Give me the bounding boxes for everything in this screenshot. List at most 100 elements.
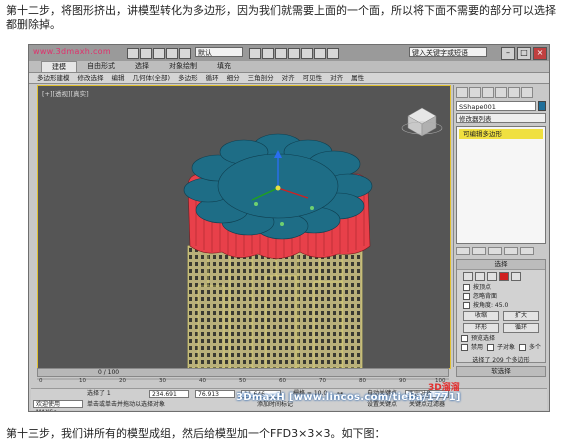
modifier-list-dropdown[interactable]: 修改器列表 (456, 113, 546, 123)
toolbar-icon-f[interactable] (314, 48, 326, 59)
open-file-icon[interactable] (140, 48, 152, 59)
selection-rollout: 选择 按顶点 忽略背面 按角度: 45.0 收缩 扩大 环形 循环 预览选择 禁… (456, 259, 546, 364)
rollout-title[interactable]: 选择 (457, 260, 545, 270)
viewcube-icon[interactable] (401, 107, 443, 137)
time-slider-label: 0 / 100 (98, 369, 120, 376)
scene-render (183, 107, 443, 368)
tab-object-paint[interactable]: 对象绘制 (159, 61, 207, 72)
search-input[interactable]: 键入关键字或短语 (409, 47, 487, 57)
ribbon-cmd[interactable]: 三角剖分 (244, 73, 278, 83)
toolbar-icon-a[interactable] (249, 48, 261, 59)
y-coordinate-field[interactable]: 76.913 (195, 390, 235, 398)
ribbon-commands: 多边形建模 修改选择 编辑 几何体(全部) 多边形 循环 细分 三角剖分 对齐 … (29, 73, 549, 84)
ribbon-tabs: 建模 自由形式 选择 对象绘制 填充 (29, 61, 549, 73)
workspace-dropdown[interactable]: 默认 (195, 47, 243, 57)
toolbar-icon-c[interactable] (275, 48, 287, 59)
border-mode-icon[interactable] (487, 272, 497, 281)
tab-modeling[interactable]: 建模 (41, 61, 77, 72)
preview-selection-label: 预览选择 (457, 334, 545, 343)
command-panel: SShape001 修改器列表 可编辑多边形 选择 按顶点 忽略背面 按角度: … (453, 85, 548, 377)
toolbar-icon-g[interactable] (327, 48, 339, 59)
modify-tab-icon[interactable] (469, 87, 481, 98)
ribbon-cmd[interactable]: 属性 (347, 73, 368, 83)
edge-mode-icon[interactable] (475, 272, 485, 281)
watermark-text: 3DmaxH [www.lincos.com/tieba/1771] (236, 392, 461, 403)
loop-button[interactable]: 循环 (503, 323, 539, 333)
ignore-backfacing-checkbox[interactable]: 忽略背面 (457, 292, 545, 301)
toolbar-icon-d[interactable] (288, 48, 300, 59)
redo-icon[interactable] (179, 48, 191, 59)
object-name-field[interactable]: SShape001 (456, 101, 536, 111)
x-coordinate-field[interactable]: 234.691 (149, 390, 189, 398)
tick-label: 10 (79, 378, 86, 384)
preview-multi-radio[interactable]: 多个 (517, 343, 541, 352)
preview-disable-radio[interactable]: 禁用 (459, 343, 483, 352)
selection-info: 选择了 209 个多边形 (472, 357, 530, 364)
pin-stack-icon[interactable] (456, 247, 470, 255)
stack-item-editable-poly[interactable]: 可编辑多边形 (459, 129, 543, 139)
corner-logo: 3D溜溜 (428, 383, 460, 393)
maximize-icon[interactable]: □ (517, 47, 531, 60)
toolbar-icon-b[interactable] (262, 48, 274, 59)
title-bar: www.3dmaxh.com 默认 键入关键字或短语 – □ × (29, 45, 549, 61)
tick-label: 40 (199, 378, 206, 384)
soft-selection-rollout[interactable]: 软选择 (456, 366, 546, 377)
save-file-icon[interactable] (153, 48, 165, 59)
ring-button[interactable]: 环形 (463, 323, 499, 333)
ribbon-cmd[interactable]: 细分 (223, 73, 244, 83)
close-icon[interactable]: × (533, 47, 547, 60)
perspective-viewport[interactable]: [+][透视][真实] (37, 85, 451, 369)
polygon-mode-icon[interactable] (499, 272, 509, 281)
ribbon-cmd[interactable]: 多边形 (174, 73, 202, 83)
create-tab-icon[interactable] (456, 87, 468, 98)
ribbon-cmd[interactable]: 循环 (202, 73, 223, 83)
instruction-paragraph-bottom: 第十三步，我们讲所有的模型成组，然后给模型加一个FFD3×3×3。如下图： (6, 427, 386, 440)
brand-watermark: www.3dmaxh.com (33, 47, 111, 56)
tick-label: 20 (119, 378, 126, 384)
element-mode-icon[interactable] (511, 272, 521, 281)
selection-count: 选择了 1 (87, 390, 111, 397)
tab-selection[interactable]: 选择 (125, 61, 159, 72)
ribbon-cmd[interactable]: 可见性 (299, 73, 327, 83)
by-angle-checkbox[interactable]: 按角度: 45.0 (457, 301, 545, 310)
tick-label: 90 (399, 378, 406, 384)
preview-subobject-radio[interactable]: 子对象 (485, 343, 515, 352)
tick-label: 30 (159, 378, 166, 384)
motion-tab-icon[interactable] (495, 87, 507, 98)
tab-populate[interactable]: 填充 (207, 61, 241, 72)
tick-label: 70 (319, 378, 326, 384)
display-tab-icon[interactable] (508, 87, 520, 98)
ribbon-cmd[interactable]: 修改选择 (74, 73, 108, 83)
ribbon-cmd[interactable]: 对齐 (278, 73, 299, 83)
tab-freeform[interactable]: 自由形式 (77, 61, 125, 72)
remove-modifier-icon[interactable] (504, 247, 518, 255)
toolbar-icon-e[interactable] (301, 48, 313, 59)
make-unique-icon[interactable] (488, 247, 502, 255)
tick-label: 0 (39, 378, 43, 384)
utilities-tab-icon[interactable] (521, 87, 533, 98)
modifier-stack: 可编辑多边形 (456, 126, 546, 244)
minimize-icon[interactable]: – (501, 47, 515, 60)
shrink-button[interactable]: 收缩 (463, 311, 499, 321)
ribbon-cmd[interactable]: 对齐 (326, 73, 347, 83)
maxscript-listener[interactable]: 欢迎使用 MAXSc (33, 400, 83, 411)
tick-label: 50 (239, 378, 246, 384)
vertex-mode-icon[interactable] (463, 272, 473, 281)
window-controls: – □ × (501, 47, 547, 60)
grow-button[interactable]: 扩大 (503, 311, 539, 321)
hierarchy-tab-icon[interactable] (482, 87, 494, 98)
instruction-paragraph-top: 第十二步，将图形挤出，讲模型转化为多边形，因为我们就需要上面的一个面，所以将下面… (6, 4, 556, 31)
tick-label: 60 (279, 378, 286, 384)
new-file-icon[interactable] (127, 48, 139, 59)
ribbon-cmd[interactable]: 多边形建模 (33, 73, 74, 83)
ribbon-cmd[interactable]: 编辑 (108, 73, 129, 83)
show-end-result-icon[interactable] (472, 247, 486, 255)
time-slider[interactable]: 0 / 100 (37, 368, 449, 377)
tick-label: 80 (359, 378, 366, 384)
configure-sets-icon[interactable] (520, 247, 534, 255)
by-vertex-checkbox[interactable]: 按顶点 (457, 283, 545, 292)
object-color-swatch[interactable] (538, 101, 546, 111)
status-hint: 单击或单击并拖动以选择对象 (87, 401, 166, 408)
ribbon-cmd[interactable]: 几何体(全部) (129, 73, 175, 83)
undo-icon[interactable] (166, 48, 178, 59)
